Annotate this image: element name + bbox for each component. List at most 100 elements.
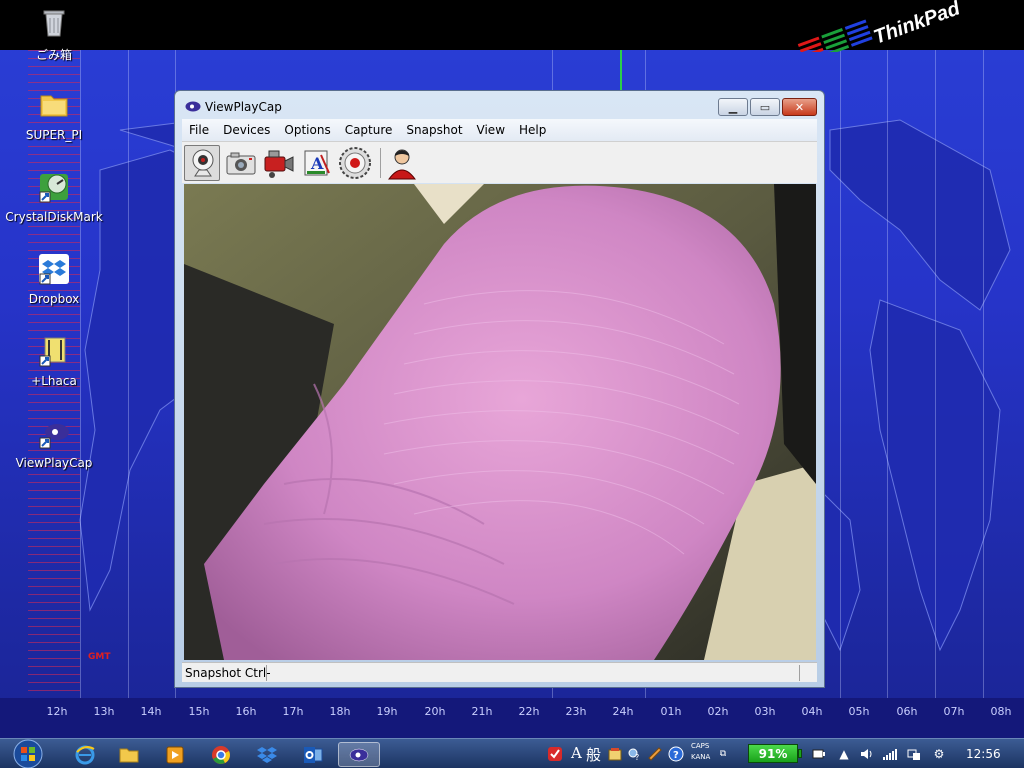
close-button[interactable]: ✕ <box>782 98 817 116</box>
taskbar-viewplaycap[interactable] <box>338 742 380 767</box>
hour-label: 16h <box>235 705 257 718</box>
chevron-up-icon: ▲ <box>839 747 849 761</box>
ime-dictionary-icon <box>608 748 622 761</box>
taskbar-outlook[interactable] <box>292 742 334 767</box>
timezone-line <box>983 50 984 700</box>
hour-label: 14h <box>140 705 162 718</box>
tray-ime-dictionary[interactable] <box>606 745 624 763</box>
kana-indicator: KANA <box>691 753 711 761</box>
person-icon <box>388 149 416 180</box>
status-bar: Snapshot Ctrl- <box>182 662 817 682</box>
toolbar-separator <box>380 148 381 178</box>
image-settings-button[interactable]: A <box>299 145 335 181</box>
ime-han-indicator[interactable]: 般 <box>586 744 601 765</box>
hour-label: 05h <box>848 705 870 718</box>
maximize-icon: ▭ <box>759 100 771 114</box>
hour-label: 21h <box>471 705 493 718</box>
video-preview[interactable] <box>184 184 816 660</box>
taskbar-internet-explorer[interactable] <box>64 742 106 767</box>
desktop-icon-label: +Lhaca <box>31 374 77 388</box>
tray-ime-tools[interactable]: ? <box>626 745 644 763</box>
menu-bar: File Devices Options Capture Snapshot Vi… <box>182 119 817 141</box>
hour-label: 23h <box>565 705 587 718</box>
desktop-icon-crystaldiskmark[interactable]: CrystalDiskMark <box>4 170 104 224</box>
title-bar[interactable]: ViewPlayCap ▁ ▭ ✕ <box>175 91 824 121</box>
menu-capture[interactable]: Capture <box>338 123 400 137</box>
caps-lock-indicator: CAPS <box>691 742 710 750</box>
menu-snapshot[interactable]: Snapshot <box>399 123 469 137</box>
recycle-bin-icon <box>43 10 65 37</box>
menu-view[interactable]: View <box>470 123 512 137</box>
power-plug-icon <box>812 749 825 759</box>
timezone-line <box>128 50 129 700</box>
desktop-icon-lhaca[interactable]: +Lhaca <box>4 334 104 388</box>
network-icon <box>907 749 920 760</box>
tray-antivirus[interactable] <box>546 745 564 763</box>
media-player-icon <box>166 746 184 763</box>
hour-label: 03h <box>754 705 776 718</box>
hour-label: 04h <box>801 705 823 718</box>
explorer-folder-icon <box>119 748 139 762</box>
current-time-line <box>620 50 622 90</box>
hour-label: 13h <box>93 705 115 718</box>
tray-ime-options[interactable]: ⧉ <box>714 745 732 763</box>
hour-label: 17h <box>282 705 304 718</box>
video-capture-button[interactable] <box>261 145 297 181</box>
record-icon <box>339 147 371 179</box>
window-title: ViewPlayCap <box>205 100 282 114</box>
desktop-icon-dropbox[interactable]: Dropbox <box>4 252 104 306</box>
desktop-icon-viewplaycap[interactable]: ViewPlayCap <box>4 416 104 470</box>
snapshot-button[interactable] <box>223 145 259 181</box>
window-restore-icon: ⧉ <box>719 749 727 759</box>
timezone-line <box>840 50 841 700</box>
tray-ime-pad[interactable] <box>646 745 664 763</box>
taskbar-explorer[interactable] <box>108 742 150 767</box>
desktop-icon-super-pi[interactable]: SUPER_PI <box>4 88 104 142</box>
tray-volume[interactable] <box>858 745 876 763</box>
taskbar-media-player[interactable] <box>154 742 196 767</box>
menu-file[interactable]: File <box>182 123 216 137</box>
dropbox-icon <box>257 746 277 763</box>
hour-label: 07h <box>943 705 965 718</box>
hour-label: 01h <box>660 705 682 718</box>
status-divider <box>266 665 267 681</box>
hour-label: 02h <box>707 705 729 718</box>
taskbar-dropbox[interactable] <box>246 742 288 767</box>
menu-devices[interactable]: Devices <box>216 123 277 137</box>
tray-power[interactable] <box>809 745 827 763</box>
camera-icon <box>226 152 256 175</box>
webcam-button[interactable] <box>184 145 220 181</box>
hour-label: 15h <box>188 705 210 718</box>
taskbar-clock[interactable]: 12:56 <box>966 747 1001 761</box>
tray-settings[interactable]: ⚙ <box>930 745 948 763</box>
tray-show-hidden[interactable]: ▲ <box>835 745 853 763</box>
outlook-icon <box>304 746 323 763</box>
taskbar-chrome[interactable] <box>200 742 242 767</box>
minimize-icon: ▁ <box>728 100 738 114</box>
desktop-icon-recycle-bin[interactable]: ごみ箱 <box>4 6 104 63</box>
menu-options[interactable]: Options <box>277 123 337 137</box>
desktop-icon-label: CrystalDiskMark <box>5 210 103 224</box>
tray-network[interactable] <box>905 745 923 763</box>
folder-icon <box>40 95 68 117</box>
app-icon <box>185 101 201 112</box>
hour-label: 20h <box>424 705 446 718</box>
ime-mode-indicator[interactable]: A <box>571 744 582 762</box>
minimize-button[interactable]: ▁ <box>718 98 748 116</box>
viewplaycap-window[interactable]: ViewPlayCap ▁ ▭ ✕ File Devices Options C… <box>174 90 825 688</box>
hour-scale-band <box>0 698 1024 738</box>
tray-signal[interactable] <box>881 745 899 763</box>
menu-help[interactable]: Help <box>512 123 553 137</box>
desktop-icon-label: SUPER_PI <box>25 128 83 142</box>
maximize-button[interactable]: ▭ <box>750 98 780 116</box>
start-button[interactable] <box>10 739 46 768</box>
taskbar: A 般 ? ? CAPS KANA ⧉ 91% ▲ ⚙ 12:56 <box>0 738 1024 768</box>
speaker-icon <box>861 749 872 759</box>
user-button[interactable] <box>384 145 420 181</box>
internet-explorer-icon <box>75 745 95 764</box>
battery-indicator[interactable]: 91% <box>748 744 798 763</box>
hour-label: 08h <box>990 705 1012 718</box>
record-button[interactable] <box>337 145 373 181</box>
chrome-icon <box>212 745 230 764</box>
tray-help[interactable]: ? <box>667 745 685 763</box>
